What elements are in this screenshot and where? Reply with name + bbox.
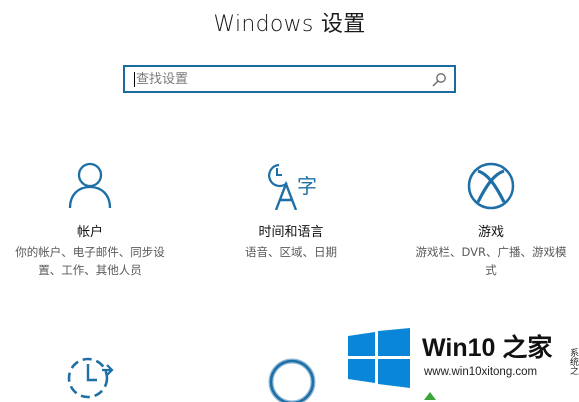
search-input[interactable] bbox=[125, 67, 436, 91]
tile-title: 时间和语言 bbox=[258, 225, 324, 240]
person-icon bbox=[68, 162, 112, 209]
search-box[interactable] bbox=[123, 65, 456, 93]
windows-logo-icon bbox=[348, 328, 410, 388]
watermark-brand: Win10 之家 bbox=[422, 334, 553, 362]
time-language-icon: 字 bbox=[268, 163, 316, 210]
settings-tile-gaming[interactable]: 游戏 游戏栏、DVR、广播、游戏模式 bbox=[406, 160, 576, 279]
tile-description: 游戏栏、DVR、广播、游戏模式 bbox=[415, 245, 567, 277]
update-icon[interactable] bbox=[64, 350, 120, 400]
tile-title: 帐户 bbox=[76, 225, 103, 240]
xbox-icon bbox=[467, 162, 515, 210]
settings-tile-time-language[interactable]: 字 时间和语言 语音、区域、日期 bbox=[206, 160, 376, 261]
tile-title: 游戏 bbox=[477, 225, 504, 240]
watermark: Win10 之家 www.win10xitong.com bbox=[346, 326, 579, 400]
settings-tile-accounts[interactable]: 帐户 你的帐户、电子邮件、同步设置、工作、其他人员 bbox=[5, 160, 175, 279]
page-title: Windows 设置 bbox=[213, 12, 366, 37]
svg-text:字: 字 bbox=[297, 174, 316, 198]
watermark-url: www.win10xitong.com bbox=[424, 366, 538, 378]
tile-description: 你的帐户、电子邮件、同步设置、工作、其他人员 bbox=[15, 245, 165, 277]
cortana-icon[interactable] bbox=[264, 352, 320, 402]
tile-description: 语音、区域、日期 bbox=[245, 245, 337, 259]
search-icon[interactable] bbox=[431, 72, 447, 88]
edge-watermark-text: 系统之 bbox=[568, 348, 578, 375]
arrow-icon bbox=[424, 392, 436, 400]
